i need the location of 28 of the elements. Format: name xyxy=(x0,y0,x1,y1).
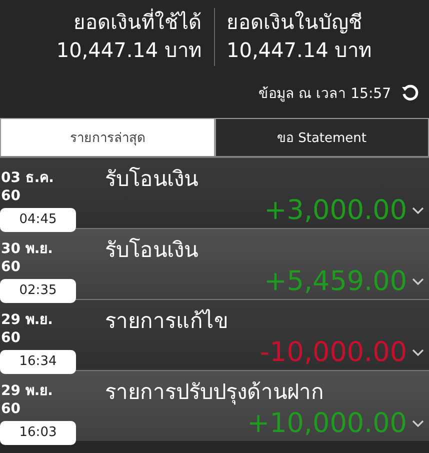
transaction-time: 02:35 xyxy=(0,279,76,303)
tab[interactable]: รายการล่าสุด xyxy=(0,118,214,156)
transaction-date: 29 พ.ย. 60 xyxy=(0,382,54,417)
transaction-time: 16:03 xyxy=(0,421,76,445)
refresh-icon[interactable] xyxy=(401,84,419,102)
update-time: ข้อมูล ณ เวลา 15:57 xyxy=(258,85,391,104)
balance-amount: 10,447.14 บาท xyxy=(56,37,202,64)
transaction-amount: -10,000.00 xyxy=(260,337,407,368)
chevron-down-icon[interactable] xyxy=(412,207,424,214)
transaction-amount: +3,000.00 xyxy=(264,195,407,226)
transaction-title: รับโอนเงิน xyxy=(105,166,199,193)
transaction-title: รายการแก้ไข xyxy=(105,308,229,335)
balance-amount: 10,447.14 บาท xyxy=(226,37,372,64)
transaction-time: 04:45 xyxy=(0,208,76,232)
transaction-date: 29 พ.ย. 60 xyxy=(0,311,54,346)
chevron-down-icon[interactable] xyxy=(412,349,424,356)
chevron-down-icon[interactable] xyxy=(412,278,424,285)
transaction-title: รายการปรับปรุงด้านฝาก xyxy=(105,379,325,407)
balance-label: ยอดเงินที่ใช้ได้ xyxy=(74,8,202,36)
tab[interactable]: ขอ Statement xyxy=(214,118,429,156)
balance-label: ยอดเงินในบัญชี xyxy=(226,9,362,36)
transaction-date: 03 ธ.ค. 60 xyxy=(0,169,55,204)
transaction-time: 16:34 xyxy=(0,350,76,374)
transaction-amount: +5,459.00 xyxy=(264,266,407,297)
transaction-date: 30 พ.ย. 60 xyxy=(0,240,54,275)
transaction-title: รับโอนเงิน xyxy=(105,237,199,264)
transaction-amount: +10,000.00 xyxy=(246,408,407,439)
chevron-down-icon[interactable] xyxy=(412,420,424,427)
